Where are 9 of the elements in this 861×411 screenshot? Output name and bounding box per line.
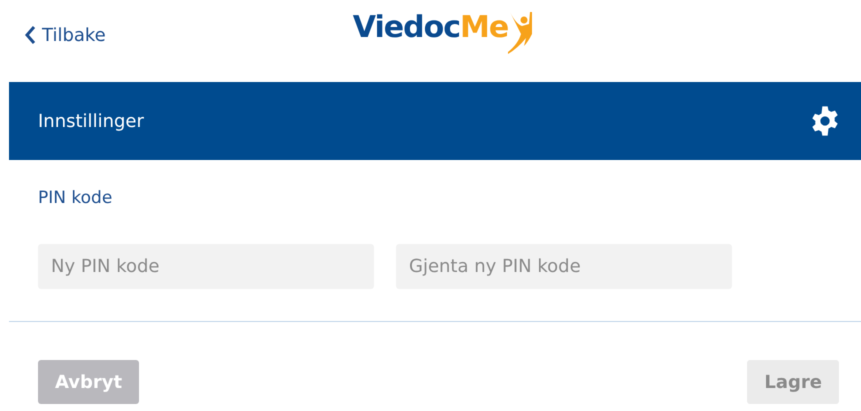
pin-input-field[interactable]: Ny PIN kode (38, 244, 374, 289)
pin-input-field[interactable]: Gjenta ny PIN kode (396, 244, 732, 289)
chevron-left-icon (24, 25, 36, 45)
logo-text: ViedocMe (352, 10, 508, 45)
section-title: PIN kode (38, 188, 114, 208)
panel-title: Innstillinger (38, 110, 144, 132)
cancel-button[interactable]: Avbryt (38, 360, 140, 404)
figure-icon (508, 10, 532, 56)
back-link[interactable]: Tilbake (24, 24, 106, 46)
